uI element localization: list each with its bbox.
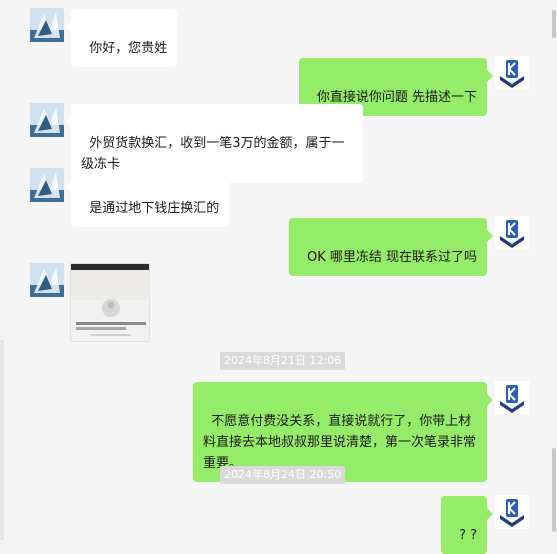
timestamp: 2024年8月21日 12:06 xyxy=(220,352,346,370)
my-avatar[interactable] xyxy=(495,216,529,250)
message-bubble-incoming[interactable]: 你好，您贵姓 xyxy=(64,9,178,67)
my-avatar[interactable] xyxy=(495,495,529,529)
scrollbar-thumb[interactable] xyxy=(552,448,556,532)
message-text: 你直接说你问题 先描述一下 xyxy=(316,90,477,105)
timestamp: 2024年8月24日 20:50 xyxy=(220,466,346,484)
message-text: ? ? xyxy=(459,528,477,543)
message-bubble-incoming[interactable]: 是通过地下钱庄换汇的 xyxy=(64,169,230,227)
chat-scrollbar[interactable] xyxy=(551,0,557,540)
message-text: 是通过地下钱庄换汇的 xyxy=(89,201,220,216)
contact-avatar[interactable] xyxy=(30,8,64,42)
window-edge xyxy=(0,340,4,540)
chat-window: { "colors": { "background": "#f5f5f5", "… xyxy=(0,0,557,554)
message-bubble-outgoing[interactable]: ? ? xyxy=(440,496,494,554)
message-text: OK 哪里冻结 现在联系过了吗 xyxy=(306,250,477,265)
contact-avatar[interactable] xyxy=(30,103,64,137)
message-bubble-outgoing[interactable]: OK 哪里冻结 现在联系过了吗 xyxy=(288,218,494,276)
my-avatar[interactable] xyxy=(495,56,529,90)
message-text: 外贸货款换汇，收到一笔3万的金额，属于一级冻卡 xyxy=(81,136,345,172)
message-text: 不愿意付费没关系，直接说就行了，你带上材料直接去本地叔叔那里说清楚，第一次笔录非… xyxy=(203,414,477,471)
contact-avatar[interactable] xyxy=(30,168,64,202)
scrollbar-thumb[interactable] xyxy=(552,10,556,38)
contact-avatar[interactable] xyxy=(30,263,64,297)
image-message-thumbnail[interactable] xyxy=(70,263,150,342)
message-text: 你好，您贵姓 xyxy=(89,41,168,56)
my-avatar[interactable] xyxy=(495,381,529,415)
